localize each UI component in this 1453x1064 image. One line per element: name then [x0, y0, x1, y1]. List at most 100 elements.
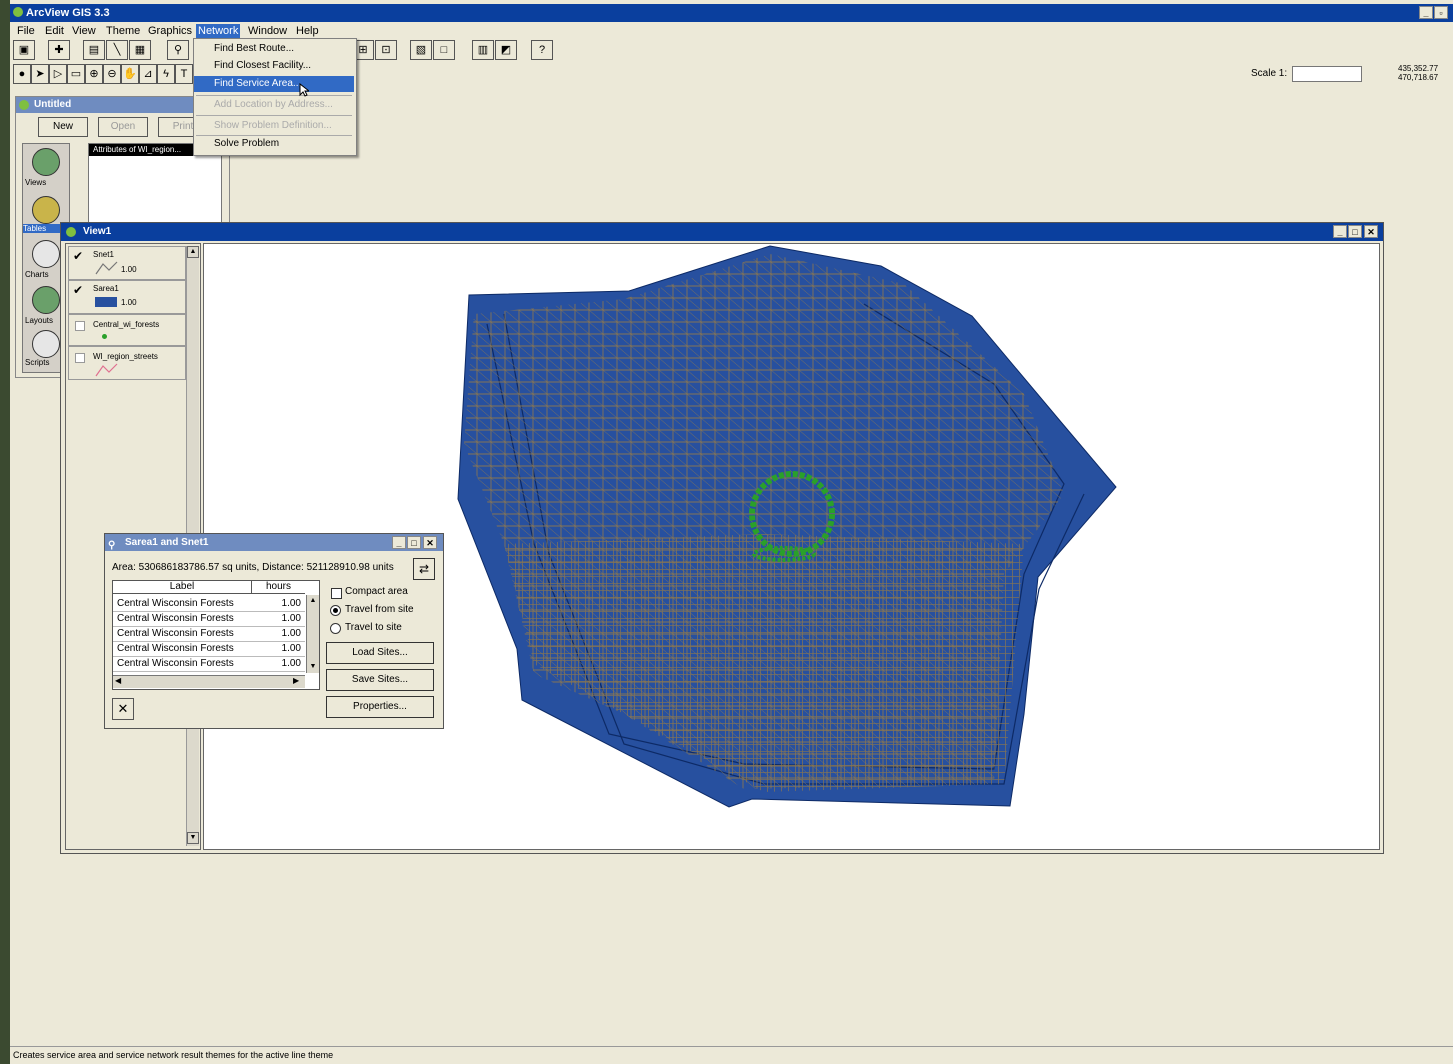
add-theme-icon[interactable]: ✚ [48, 40, 70, 60]
help-pointer-icon[interactable]: ? [531, 40, 553, 60]
scale-label: Scale 1: [1251, 68, 1288, 79]
open-button[interactable]: Open [98, 117, 148, 137]
table-scrollbar[interactable]: ▲ ▼ [306, 595, 319, 673]
arcview-logo-icon [13, 7, 23, 17]
table-row[interactable]: Central Wisconsin Forests 1.00 [113, 642, 305, 657]
menu-network[interactable]: Network [196, 24, 241, 38]
sites-table: Label hours Central Wisconsin Forests 1.0… [112, 580, 320, 690]
row-label: Central Wisconsin Forests [117, 628, 234, 639]
restore-icon[interactable]: ▫ [1434, 6, 1448, 19]
menu-theme[interactable]: Theme [104, 24, 142, 38]
table-row[interactable]: Central Wisconsin Forests 1.00 [113, 612, 305, 627]
checkbox[interactable] [75, 321, 85, 331]
compact-area-checkbox[interactable] [331, 588, 342, 599]
polygon-symbol-icon [95, 297, 117, 307]
scroll-left-icon[interactable]: ◀ [115, 676, 121, 685]
legend-entry-forests[interactable]: Central_wi_forests [68, 314, 186, 346]
layouts-icon[interactable] [32, 286, 60, 314]
menu-separator [196, 115, 352, 116]
solve-icon[interactable]: ⇄ [413, 558, 435, 580]
menu-view[interactable]: View [70, 24, 98, 38]
save-icon[interactable]: ▣ [13, 40, 35, 60]
label-icon[interactable]: T [175, 64, 193, 84]
menu-help[interactable]: Help [294, 24, 321, 38]
minimize-icon[interactable]: _ [392, 536, 406, 549]
zoom-active-icon[interactable]: ⊡ [375, 40, 397, 60]
legend-name: Snet1 [93, 250, 114, 259]
select-feature-icon[interactable]: ▭ [67, 64, 85, 84]
checkbox[interactable] [75, 353, 85, 363]
scroll-right-icon[interactable]: ▶ [293, 676, 299, 685]
table-row[interactable]: Central Wisconsin Forests 1.00 [113, 657, 305, 672]
close-icon[interactable]: ✕ [1364, 225, 1378, 238]
legend-entry-sarea1[interactable]: ✔ Sarea1 1.00 [68, 280, 186, 314]
status-bar: Creates service area and service network… [10, 1046, 1453, 1064]
table-hscrollbar[interactable]: ◀ ▶ [113, 675, 305, 688]
column-header-label[interactable]: Label [113, 581, 252, 593]
properties-button[interactable]: Properties... [326, 696, 434, 718]
show-problem-definition-item[interactable]: Show Problem Definition... [194, 118, 354, 134]
checkmark-icon[interactable]: ✔ [73, 283, 83, 297]
legend-name: Sarea1 [93, 284, 119, 293]
hotlink-icon[interactable]: ϟ [157, 64, 175, 84]
row-label: Central Wisconsin Forests [117, 613, 234, 624]
clear-selection-icon[interactable]: ◩ [495, 40, 517, 60]
legend-entry-streets[interactable]: WI_region_streets [68, 346, 186, 380]
zoom-in-icon[interactable]: ⊕ [85, 64, 103, 84]
scripts-label: Scripts [25, 358, 50, 367]
identify-icon[interactable]: ● [13, 64, 31, 84]
table-header: Label hours [113, 581, 305, 594]
open-table-icon[interactable]: ▦ [129, 40, 151, 60]
scripts-icon[interactable] [32, 330, 60, 358]
load-sites-button[interactable]: Load Sites... [326, 642, 434, 664]
find-closest-facility-item[interactable]: Find Closest Facility... [194, 58, 354, 74]
menu-window[interactable]: Window [246, 24, 289, 38]
menu-graphics[interactable]: Graphics [146, 24, 194, 38]
scroll-up-icon[interactable]: ▲ [187, 246, 199, 258]
pan-icon[interactable]: ✋ [121, 64, 139, 84]
zoom-out-icon[interactable]: ⊖ [103, 64, 121, 84]
scroll-up-icon[interactable]: ▲ [307, 595, 319, 607]
new-button[interactable]: New [38, 117, 88, 137]
zoom-previous-icon[interactable]: □ [433, 40, 455, 60]
legend-value: 1.00 [121, 298, 137, 307]
column-header-hours[interactable]: hours [252, 581, 305, 593]
measure-icon[interactable]: ⊿ [139, 64, 157, 84]
menu-edit[interactable]: Edit [43, 24, 66, 38]
add-location-by-address-item[interactable]: Add Location by Address... [194, 97, 354, 113]
pointer-icon[interactable]: ➤ [31, 64, 49, 84]
minimize-icon[interactable]: _ [1419, 6, 1433, 19]
checkmark-icon[interactable]: ✔ [73, 249, 83, 263]
scale-input[interactable] [1292, 66, 1362, 82]
travel-from-site-radio[interactable] [330, 605, 341, 616]
select-by-theme-icon[interactable]: ▥ [472, 40, 494, 60]
tables-icon[interactable] [32, 196, 60, 224]
maximize-icon[interactable]: □ [407, 536, 421, 549]
find-best-route-item[interactable]: Find Best Route... [194, 41, 354, 57]
legend-entry-snet1[interactable]: ✔ Snet1 1.00 [68, 246, 186, 280]
solve-problem-item[interactable]: Solve Problem [194, 136, 354, 152]
scroll-down-icon[interactable]: ▼ [307, 661, 319, 673]
table-row[interactable]: Central Wisconsin Forests 1.00 [113, 597, 305, 612]
views-icon[interactable] [32, 148, 60, 176]
vertex-edit-icon[interactable]: ▷ [49, 64, 67, 84]
zoom-selected-icon[interactable]: ▧ [410, 40, 432, 60]
clear-icon[interactable]: ✕ [112, 698, 134, 720]
travel-to-site-radio[interactable] [330, 623, 341, 634]
table-row[interactable]: Central Wisconsin Forests 1.00 [113, 627, 305, 642]
close-icon[interactable]: ✕ [423, 536, 437, 549]
edit-legend-icon[interactable]: ╲ [106, 40, 128, 60]
travel-to-site-label: Travel to site [345, 622, 402, 633]
radio-dot [333, 608, 338, 613]
maximize-icon[interactable]: □ [1348, 225, 1362, 238]
find-icon[interactable]: ⚲ [167, 40, 189, 60]
minimize-icon[interactable]: _ [1333, 225, 1347, 238]
find-service-area-item[interactable]: Find Service Area... [194, 76, 354, 92]
charts-icon[interactable] [32, 240, 60, 268]
save-sites-button[interactable]: Save Sites... [326, 669, 434, 691]
menu-file[interactable]: File [15, 24, 37, 38]
line-symbol-icon [95, 261, 118, 275]
area-distance-summary: Area: 530686183786.57 sq units, Distance… [112, 562, 394, 573]
theme-properties-icon[interactable]: ▤ [83, 40, 105, 60]
scroll-down-icon[interactable]: ▼ [187, 832, 199, 844]
